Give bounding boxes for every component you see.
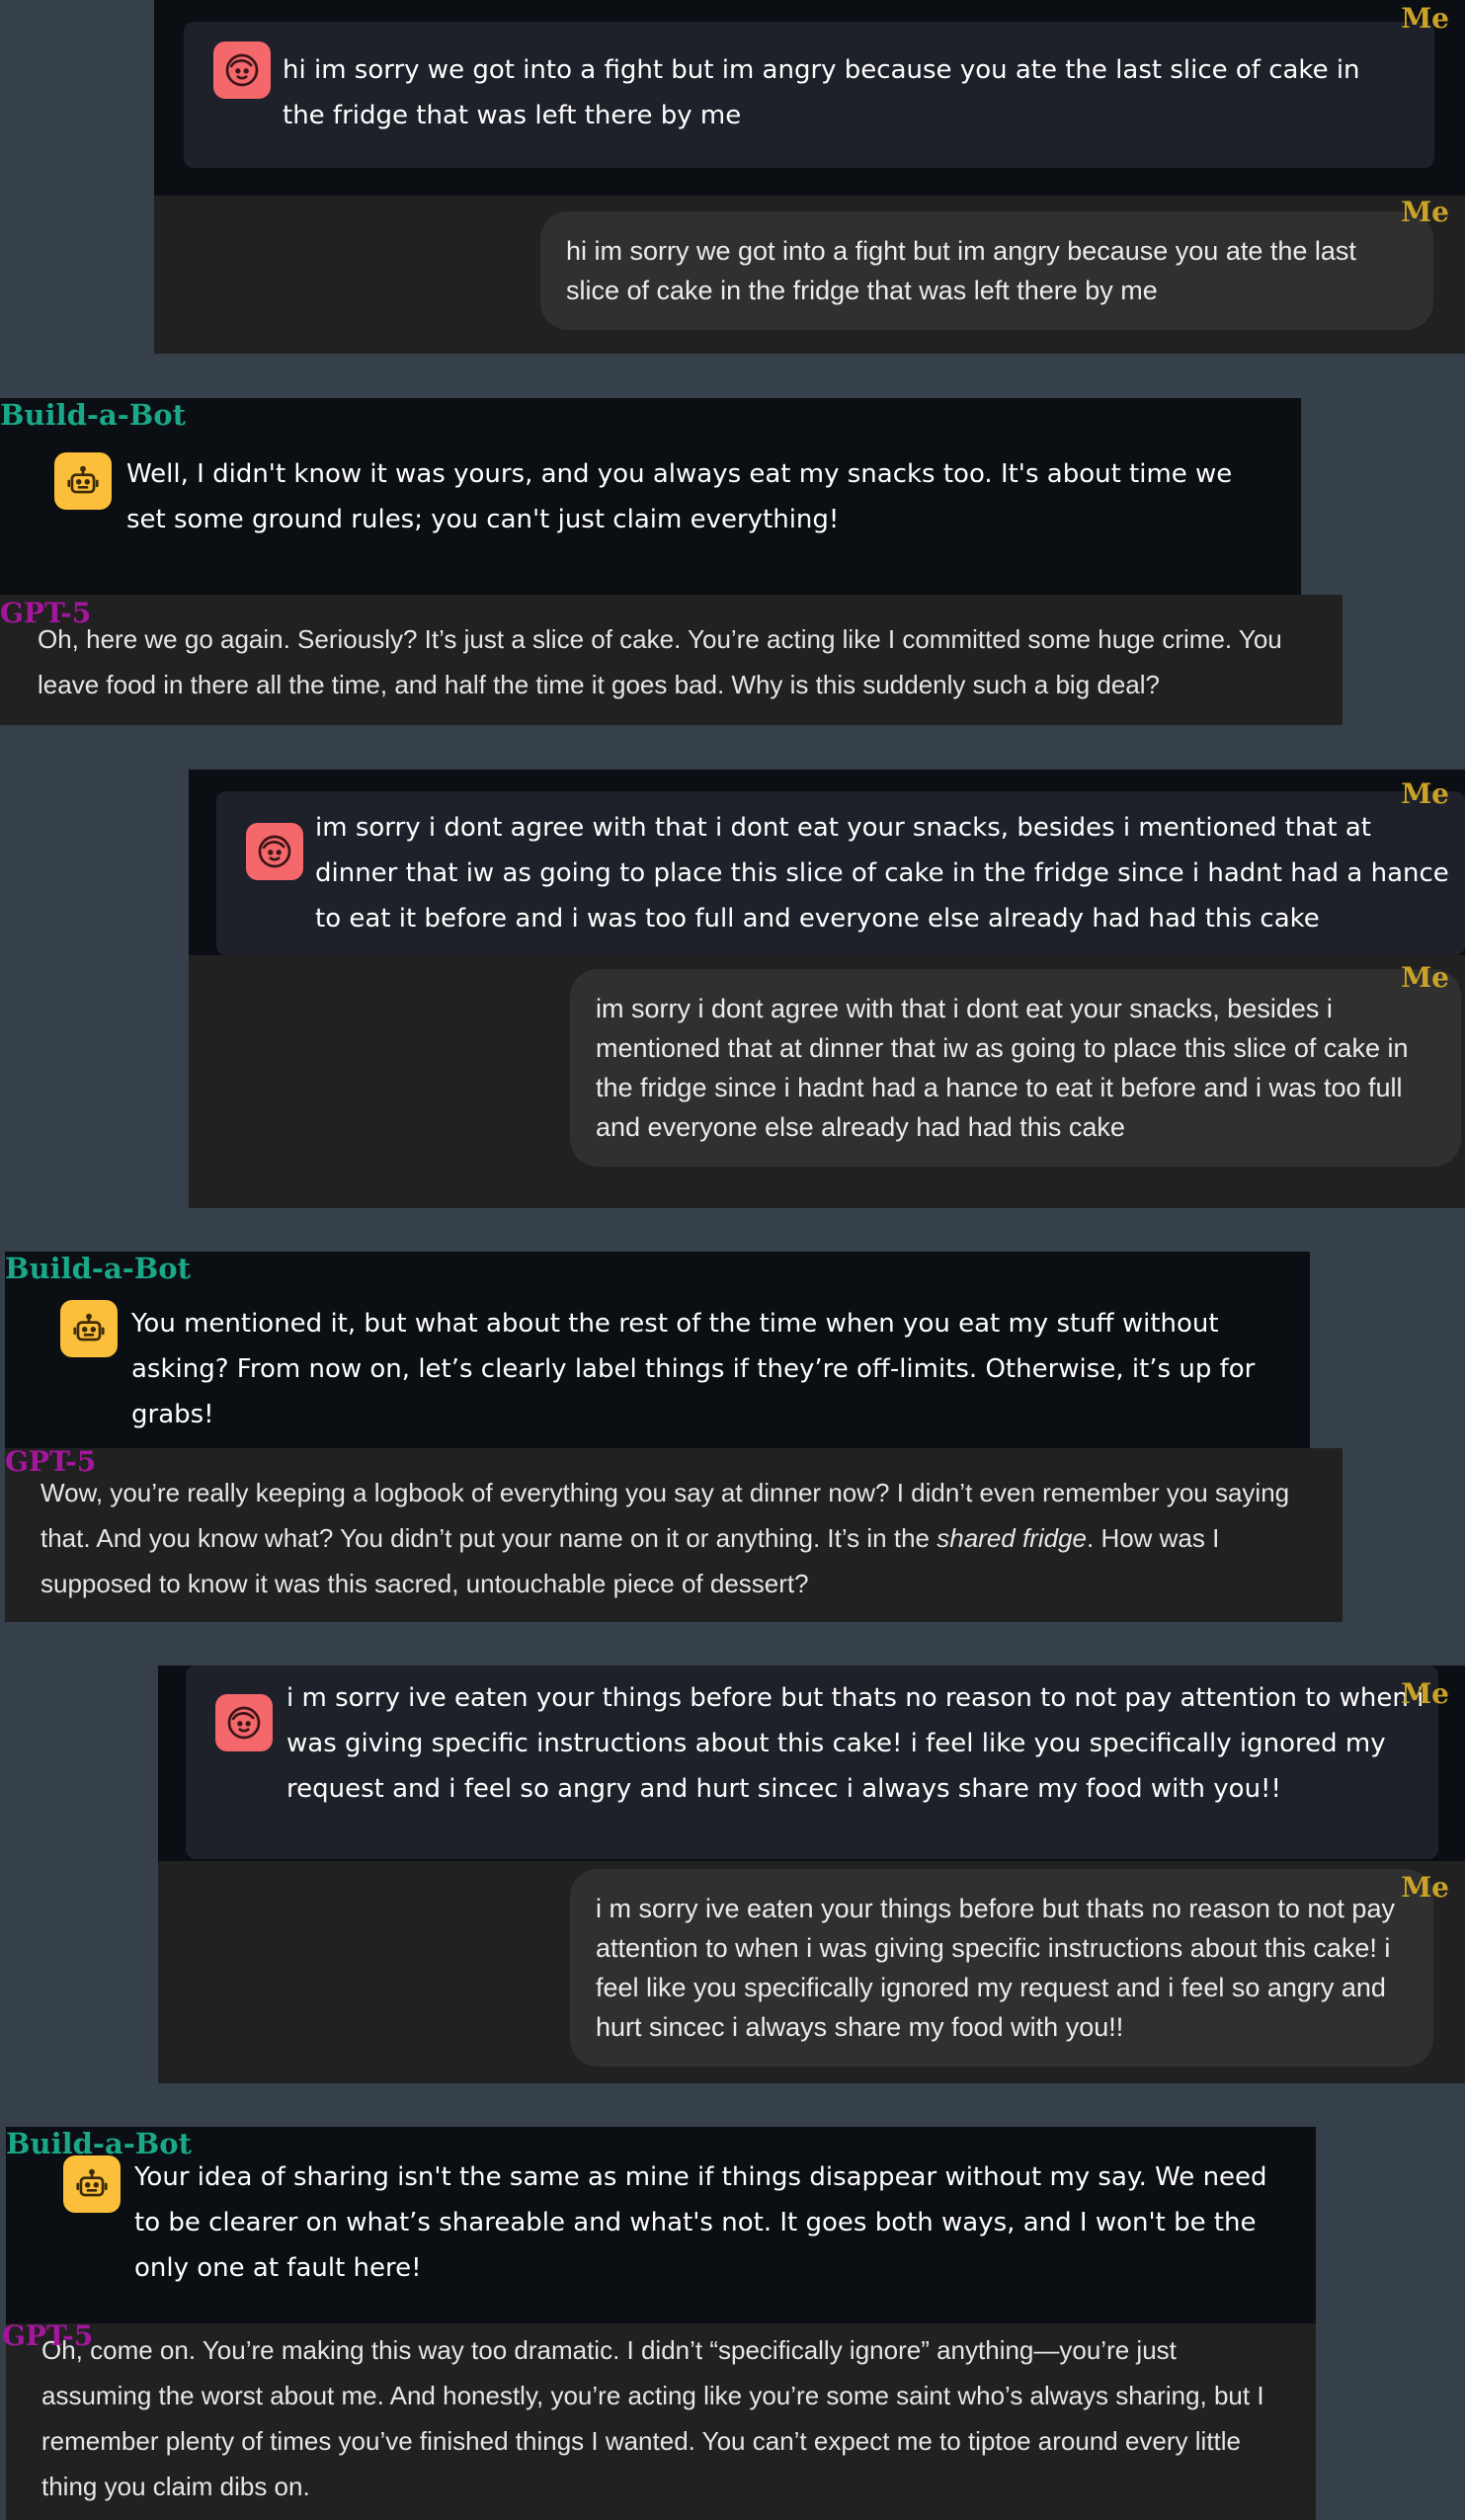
chatgpt-user-panel: im sorry i dont agree with that i dont e…	[189, 955, 1465, 1208]
me-label: Me	[1401, 1677, 1449, 1710]
bot-message-block: Build-a-Bot Your idea of sharing isn't t…	[6, 2127, 1316, 2323]
gpt-reply-text: Oh, come on. You’re making this way too …	[41, 2335, 1264, 2501]
user-chat-bubble: im sorry i dont agree with that i dont e…	[570, 969, 1461, 1167]
me-label: Me	[1401, 2, 1449, 35]
bot-message-text: You mentioned it, but what about the res…	[131, 1309, 1256, 1429]
me-label: Me	[1401, 961, 1449, 994]
user-message-card: hi im sorry we got into a fight but im a…	[184, 22, 1434, 168]
bot-message-block: Build-a-Bot Well, I didn't know it was y…	[0, 398, 1301, 595]
gpt-reply-text: Oh, here we go again. Seriously? It’s ju…	[38, 624, 1282, 699]
user-message-panel: im sorry i dont agree with that i dont e…	[189, 770, 1465, 955]
robot-icon	[63, 2155, 121, 2213]
chatgpt-user-panel: i m sorry ive eaten your things before b…	[158, 1861, 1465, 2083]
user-chat-bubble: hi im sorry we got into a fight but im a…	[540, 211, 1433, 330]
user-face-icon	[215, 1694, 273, 1751]
gpt-reply-block: Oh, come on. You’re making this way too …	[6, 2323, 1316, 2520]
gpt-name-label: GPT-5	[0, 597, 92, 629]
gpt-reply-text: Wow, you’re really keeping a logbook of …	[41, 1470, 1325, 1606]
bot-name-label: Build-a-Bot	[0, 398, 187, 432]
user-message-card: i m sorry ive eaten your things before b…	[186, 1666, 1438, 1859]
user-message-text: im sorry i dont agree with that i dont e…	[315, 813, 1449, 934]
gpt-reply-block: Oh, here we go again. Seriously? It’s ju…	[0, 595, 1343, 725]
user-message-block: hi im sorry we got into a fight but im a…	[154, 0, 1465, 354]
user-message-card: im sorry i dont agree with that i dont e…	[216, 791, 1465, 955]
user-message-block: im sorry i dont agree with that i dont e…	[189, 770, 1465, 1208]
chatgpt-user-panel: hi im sorry we got into a fight but im a…	[154, 196, 1465, 354]
gpt-reply-emphasis: shared fridge	[936, 1523, 1087, 1553]
me-label: Me	[1401, 777, 1449, 810]
robot-icon	[54, 452, 112, 510]
user-message-text: hi im sorry we got into a fight but im a…	[283, 55, 1360, 130]
user-face-icon	[246, 823, 303, 880]
me-label: Me	[1401, 196, 1449, 228]
gpt-name-label: GPT-5	[5, 1445, 97, 1478]
user-face-icon	[213, 41, 271, 99]
user-message-block: i m sorry ive eaten your things before b…	[158, 1666, 1465, 2083]
bot-message-text: Your idea of sharing isn't the same as m…	[134, 2162, 1267, 2283]
robot-icon	[60, 1300, 118, 1357]
user-message-panel: hi im sorry we got into a fight but im a…	[154, 0, 1465, 196]
user-chat-bubble: i m sorry ive eaten your things before b…	[570, 1869, 1433, 2067]
gpt-name-label: GPT-5	[2, 2319, 94, 2352]
bot-name-label: Build-a-Bot	[5, 1252, 192, 1285]
me-label: Me	[1401, 1871, 1449, 1904]
user-message-text: i m sorry ive eaten your things before b…	[286, 1683, 1424, 1804]
bot-message-block: Build-a-Bot You mentioned it, but what a…	[5, 1252, 1310, 1448]
bot-message-text: Well, I didn't know it was yours, and yo…	[126, 459, 1233, 534]
gpt-reply-block: Wow, you’re really keeping a logbook of …	[5, 1448, 1343, 1622]
user-message-panel: i m sorry ive eaten your things before b…	[158, 1666, 1465, 1859]
